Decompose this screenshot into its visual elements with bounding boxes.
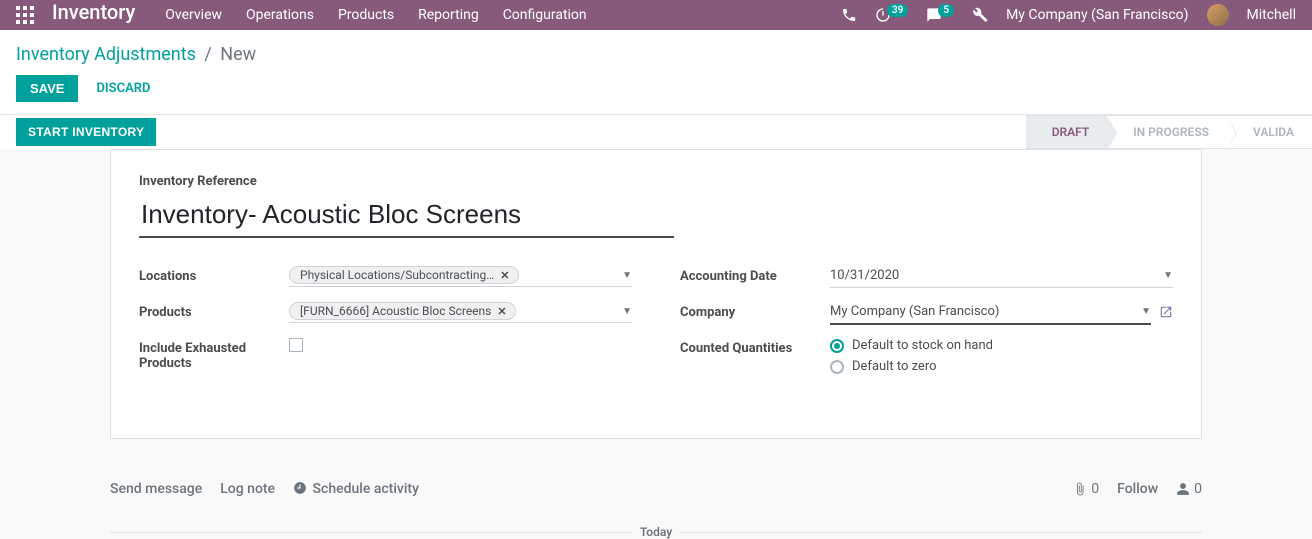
company-switcher[interactable]: My Company (San Francisco) — [1006, 7, 1188, 23]
form-sheet: Inventory Reference Locations Physical L… — [110, 149, 1202, 439]
avatar[interactable] — [1207, 4, 1229, 26]
control-panel: Inventory Adjustments / New SAVE DISCARD — [0, 30, 1312, 115]
locations-label: Locations — [139, 266, 289, 284]
topnav-right: 39 5 My Company (San Francisco) Mitchell — [841, 4, 1296, 26]
status-draft[interactable]: DRAFT — [1026, 115, 1108, 149]
discard-button[interactable]: DISCARD — [96, 81, 150, 96]
external-link-icon[interactable] — [1159, 305, 1173, 323]
save-button[interactable]: SAVE — [16, 75, 78, 102]
followers-button[interactable]: 0 — [1176, 481, 1202, 497]
location-tag[interactable]: Physical Locations/Subcontracting… ✕ — [289, 266, 519, 284]
apps-icon[interactable] — [16, 6, 34, 24]
menu-operations[interactable]: Operations — [246, 7, 314, 23]
menu-reporting[interactable]: Reporting — [418, 7, 479, 23]
menu-overview[interactable]: Overview — [165, 7, 222, 23]
top-nav: Inventory Overview Operations Products R… — [0, 0, 1312, 30]
timer-icon[interactable]: 39 — [875, 7, 908, 23]
accounting-date-field[interactable]: 10/31/2020 ▼ — [830, 266, 1173, 288]
chevron-down-icon[interactable]: ▼ — [1163, 270, 1173, 281]
menu-products[interactable]: Products — [338, 7, 394, 23]
products-field[interactable]: [FURN_6666] Acoustic Bloc Screens ✕ ▼ — [289, 302, 632, 323]
messages-icon[interactable]: 5 — [926, 7, 954, 23]
breadcrumb-parent[interactable]: Inventory Adjustments — [16, 44, 196, 65]
today-separator: Today — [110, 525, 1202, 539]
attachments-button[interactable]: 0 — [1073, 481, 1099, 497]
radio-icon[interactable] — [830, 339, 844, 353]
radio-icon[interactable] — [830, 360, 844, 374]
chevron-down-icon[interactable]: ▼ — [622, 306, 632, 317]
products-label: Products — [139, 302, 289, 320]
timer-badge: 39 — [887, 4, 908, 17]
company-label: Company — [680, 302, 830, 320]
breadcrumb: Inventory Adjustments / New — [16, 44, 1296, 65]
status-validated[interactable]: VALIDA — [1227, 115, 1312, 149]
company-field[interactable]: My Company (San Francisco) ▼ — [830, 302, 1151, 325]
user-name[interactable]: Mitchell — [1247, 7, 1296, 23]
app-brand[interactable]: Inventory — [52, 0, 135, 24]
ref-label: Inventory Reference — [139, 174, 1173, 189]
messages-badge: 5 — [938, 4, 954, 17]
counted-opt-zero[interactable]: Default to zero — [830, 359, 1173, 374]
phone-icon[interactable] — [841, 7, 857, 23]
include-exhausted-checkbox[interactable] — [289, 338, 303, 352]
counted-qty-label: Counted Quantities — [680, 338, 830, 356]
start-inventory-button[interactable]: START INVENTORY — [16, 118, 156, 146]
status-row: START INVENTORY DRAFT IN PROGRESS VALIDA — [0, 115, 1312, 149]
schedule-activity-button[interactable]: Schedule activity — [293, 481, 419, 497]
locations-field[interactable]: Physical Locations/Subcontracting… ✕ ▼ — [289, 266, 632, 287]
chevron-down-icon[interactable]: ▼ — [622, 270, 632, 281]
chevron-down-icon[interactable]: ▼ — [1141, 306, 1151, 317]
log-note-button[interactable]: Log note — [220, 481, 275, 497]
menu-configuration[interactable]: Configuration — [503, 7, 587, 23]
counted-opt-stock[interactable]: Default to stock on hand — [830, 338, 1173, 353]
follow-button[interactable]: Follow — [1117, 481, 1158, 497]
accounting-date-label: Accounting Date — [680, 266, 830, 284]
remove-tag-icon[interactable]: ✕ — [500, 269, 509, 282]
main-menu: Overview Operations Products Reporting C… — [165, 7, 841, 23]
inventory-reference-input[interactable] — [139, 195, 674, 238]
tools-icon[interactable] — [972, 7, 988, 23]
breadcrumb-current: New — [220, 44, 256, 65]
include-exhausted-label: Include Exhausted Products — [139, 338, 289, 371]
statusbar: DRAFT IN PROGRESS VALIDA — [1026, 115, 1312, 149]
send-message-button[interactable]: Send message — [110, 481, 202, 497]
product-tag[interactable]: [FURN_6666] Acoustic Bloc Screens ✕ — [289, 302, 516, 320]
chatter-bar: Send message Log note Schedule activity … — [110, 481, 1202, 497]
remove-tag-icon[interactable]: ✕ — [497, 305, 506, 318]
status-in-progress[interactable]: IN PROGRESS — [1107, 115, 1227, 149]
